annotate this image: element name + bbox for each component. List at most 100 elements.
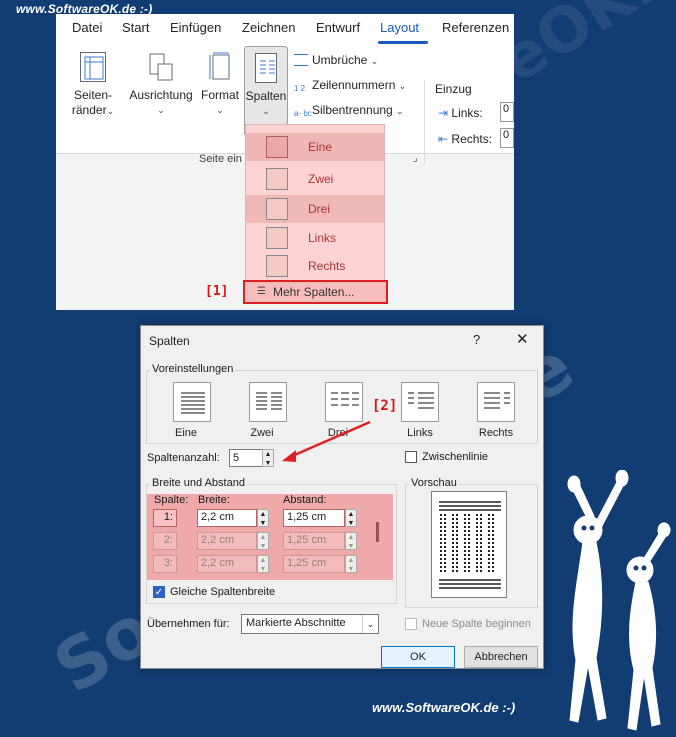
zeilennummern-label: Zeilennummern: [312, 78, 396, 92]
mehr-spalten-button[interactable]: ☰ Mehr Spalten...: [243, 280, 388, 304]
dropdown-item-label: Drei: [308, 202, 331, 216]
umbrueche-label: Umbrüche: [312, 53, 368, 67]
uebernehmen-value: Markierte Abschnitte: [246, 617, 346, 629]
dropdown-item-rechts[interactable]: Rechts: [246, 252, 384, 280]
rows-scrollbar[interactable]: [376, 522, 379, 542]
spaltenanzahl-label: Spaltenanzahl:: [147, 452, 220, 464]
tab-entwurf[interactable]: Entwurf: [316, 20, 360, 35]
row2-breite: 2,2 cm: [197, 532, 257, 550]
neue-spalte-checkbox: [405, 618, 417, 630]
preset-drei[interactable]: [325, 382, 363, 422]
chevron-down-icon: ⌄: [106, 106, 115, 116]
ausrichtung-label: Ausrichtung: [129, 88, 193, 102]
row1-breite-spinner[interactable]: ▲ ▼: [257, 509, 269, 527]
preset-zwei[interactable]: [249, 382, 287, 422]
tab-start[interactable]: Start: [122, 20, 149, 35]
row1-breite[interactable]: 2,2 cm: [197, 509, 257, 527]
row3-abstand: 1,25 cm: [283, 555, 345, 573]
einzug-rechts-label: Rechts:: [451, 132, 493, 146]
preset-eine-label: Eine: [174, 427, 198, 439]
spalten-button[interactable]: Spalten ⌄: [244, 46, 288, 136]
columns-small-icon: ☰: [257, 286, 266, 297]
uebernehmen-select[interactable]: Markierte Abschnitte ⌄: [241, 614, 379, 634]
uebernehmen-label: Übernehmen für:: [147, 618, 230, 630]
umbrueche-button[interactable]: Umbrüche ⌄: [294, 53, 378, 67]
preset-drei-label: Drei: [327, 427, 349, 439]
dropdown-item-drei[interactable]: Drei: [246, 195, 384, 223]
marker-2: [2]: [372, 398, 398, 414]
chevron-down-icon: ⌄: [396, 106, 404, 116]
row3-breite-spinner: ▲ ▼: [257, 555, 269, 573]
silbentrennung-label: Silbentrennung: [312, 103, 393, 117]
col-header-abstand: Abstand:: [283, 494, 327, 506]
col-header-breite: Breite:: [198, 494, 230, 506]
chevron-down-icon: ⌄: [370, 56, 379, 66]
columns-icon: [255, 53, 277, 83]
zwischenlinie-label: Zwischenlinie: [422, 451, 489, 463]
dropdown-item-label: Zwei: [308, 172, 334, 186]
spalten-dialog: Spalten ? ✕ Voreinstellungen Eine Zwei D…: [140, 325, 544, 669]
einzug-rechts-row: ⇤ Rechts:: [438, 132, 492, 146]
breite-abstand-label: Breite und Abstand: [150, 477, 247, 489]
tab-layout[interactable]: Layout: [380, 20, 419, 35]
preset-rechts[interactable]: [477, 382, 515, 422]
row2-abstand: 1,25 cm: [283, 532, 345, 550]
ausrichtung-button[interactable]: Ausrichtung ⌄: [126, 52, 196, 118]
indent-left-icon: ⇥: [438, 106, 449, 120]
hyphenation-icon: a- bc: [294, 109, 312, 118]
row1-spalte: 1:: [153, 509, 177, 527]
zwischenlinie-checkbox[interactable]: [405, 451, 417, 463]
preset-eine[interactable]: [173, 382, 211, 422]
preset-links-label: Links: [407, 427, 433, 439]
spaltenanzahl-input[interactable]: 5: [229, 449, 265, 467]
dropdown-item-label: Rechts: [308, 259, 346, 273]
row1-abstand-spinner[interactable]: ▲ ▼: [345, 509, 357, 527]
abbrechen-button[interactable]: Abbrechen: [464, 646, 538, 668]
row1-abstand[interactable]: 1,25 cm: [283, 509, 345, 527]
format-label: Format: [200, 88, 239, 102]
gleiche-spaltenbreite-label: Gleiche Spaltenbreite: [170, 586, 276, 598]
row2-spalte: 2:: [153, 532, 177, 550]
einzug-links-label: Links:: [451, 106, 483, 120]
format-button[interactable]: Format ⌄: [198, 52, 242, 118]
tab-einfuegen[interactable]: Einfügen: [170, 20, 221, 35]
voreinstellungen-label: Voreinstellungen: [150, 363, 236, 375]
silbentrennung-button[interactable]: a- bcSilbentrennung ⌄: [294, 103, 404, 121]
spalten-label: Spalten: [245, 89, 287, 103]
dialog-launcher-icon[interactable]: ⌟: [413, 153, 418, 164]
spaltenanzahl-spinner[interactable]: ▲ ▼: [262, 449, 274, 467]
ok-button[interactable]: OK: [381, 646, 455, 668]
group-label-seite-einrichten: Seite ein: [199, 153, 242, 165]
col-header-spalte: Spalte:: [154, 494, 189, 506]
dropdown-item-links[interactable]: Links: [246, 224, 384, 252]
line-numbers-icon: 1 2: [294, 84, 306, 93]
chevron-down-icon[interactable]: ⌄: [362, 615, 378, 633]
tab-datei[interactable]: Datei: [72, 20, 102, 35]
word-ribbon: Datei Start Einfügen Zeichnen Entwurf La…: [56, 14, 514, 310]
gleiche-spaltenbreite-checkbox[interactable]: ✓: [153, 586, 165, 598]
row2-abstand-spinner: ▲ ▼: [345, 532, 357, 550]
einzug-rechts-input[interactable]: 0: [500, 128, 514, 148]
group-separator: [424, 80, 425, 164]
chevron-down-icon: ⌄: [262, 106, 270, 116]
mehr-spalten-label: Mehr Spalten...: [273, 285, 355, 299]
dropdown-item-eine[interactable]: Eine: [246, 133, 384, 161]
dropdown-item-label: Eine: [308, 140, 333, 154]
row2-breite-spinner: ▲ ▼: [257, 532, 269, 550]
einzug-links-input[interactable]: 0: [500, 102, 514, 122]
dropdown-item-zwei[interactable]: Zwei: [246, 165, 384, 193]
preset-links[interactable]: [401, 382, 439, 422]
preset-rechts-label: Rechts: [478, 427, 514, 439]
seitenraender-button[interactable]: Seiten- ränder⌄: [66, 52, 120, 119]
tab-referenzen[interactable]: Referenzen: [442, 20, 509, 35]
zeilennummern-button[interactable]: 1 2 Zeilennummern ⌄: [294, 78, 406, 96]
close-button[interactable]: ✕: [516, 330, 529, 348]
margins-icon: [80, 52, 106, 82]
seitenraender-label-1: Seiten-: [73, 88, 113, 102]
dropdown-item-label: Links: [308, 231, 337, 245]
indent-right-icon: ⇤: [438, 132, 449, 146]
spalten-dropdown: Eine Zwei Drei Links Rechts: [245, 124, 385, 304]
tab-zeichnen[interactable]: Zeichnen: [242, 20, 295, 35]
preset-zwei-label: Zwei: [250, 427, 274, 439]
help-button[interactable]: ?: [473, 332, 480, 347]
